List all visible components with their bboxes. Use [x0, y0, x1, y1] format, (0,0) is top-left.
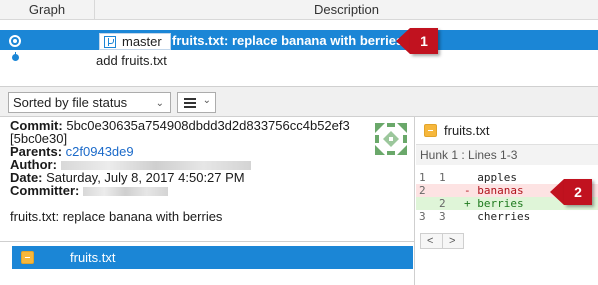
redacted-author	[60, 161, 251, 171]
modified-file-icon	[21, 251, 34, 264]
hunk-header: Hunk 1 : Lines 1-3	[416, 145, 598, 165]
full-commit-message: fruits.txt: replace banana with berries	[10, 209, 223, 224]
callout-arrow	[550, 179, 564, 205]
scroll-right-button[interactable]: >	[449, 234, 455, 248]
author-avatar-icon	[373, 121, 409, 157]
file-list-toolbar: Sorted by file status ⌄ ⌄	[0, 86, 598, 117]
branch-name: master	[122, 34, 162, 49]
scroll-left-button[interactable]: <	[427, 234, 433, 248]
old-line-number: 2	[419, 184, 426, 197]
list-view-icon	[184, 98, 196, 108]
sort-label: Sorted by file status	[13, 95, 128, 110]
line-text: apples	[464, 171, 517, 184]
new-line-number: 3	[439, 210, 446, 223]
file-list-item[interactable]: fruits.txt	[12, 246, 413, 269]
branch-icon	[104, 35, 116, 48]
committer-line: Committer:	[10, 184, 168, 198]
line-text: - bananas	[464, 184, 524, 197]
commit-message: add fruits.txt	[96, 53, 167, 68]
line-text: cherries	[464, 210, 531, 223]
chevron-down-icon: ⌄	[202, 95, 211, 106]
changed-files-pane: fruits.txt	[0, 241, 415, 285]
committer-label: Committer:	[10, 183, 80, 198]
commit-node-icon	[9, 35, 21, 47]
new-line-number: 1	[439, 171, 446, 184]
commit-message: fruits.txt: replace banana with berries	[172, 33, 404, 48]
graph-table-header: Graph Description	[0, 0, 598, 20]
old-line-number: 1	[419, 171, 426, 184]
diff-file-header: fruits.txt	[416, 117, 598, 145]
line-text: + berries	[464, 197, 524, 210]
commit-node-icon	[12, 54, 19, 61]
callout-number: 1	[410, 28, 438, 54]
commit-row[interactable]: add fruits.txt	[0, 50, 598, 72]
redacted-committer	[82, 187, 168, 197]
callout-arrow	[396, 28, 410, 54]
graph-cell	[0, 50, 95, 72]
commit-details-pane: Commit: 5bc0e30635a754908dbdd3d2d833756c…	[0, 117, 415, 241]
old-line-number: 3	[419, 210, 426, 223]
hunk-label: Hunk 1 : Lines 1-3	[420, 148, 518, 162]
parent-commit-link[interactable]: c2f0943de9	[66, 144, 134, 159]
diff-line-context: 3 3 cherries	[416, 210, 598, 223]
graph-cell	[0, 30, 95, 52]
diff-file-name: fruits.txt	[444, 123, 490, 138]
commit-hash[interactable]: 5bc0e30635a754908dbdd3d2d833756cc4b52ef3	[66, 118, 349, 133]
new-line-number: 2	[439, 197, 446, 210]
sort-dropdown[interactable]: Sorted by file status ⌄	[8, 92, 171, 113]
commit-row-selected[interactable]: master fruits.txt: replace banana with b…	[0, 30, 598, 52]
branch-tag[interactable]: master	[99, 33, 171, 50]
description-column-header[interactable]: Description	[95, 0, 598, 20]
scrollbar-divider	[442, 234, 443, 248]
modified-file-icon	[424, 124, 437, 137]
file-name: fruits.txt	[70, 250, 116, 265]
horizontal-scrollbar[interactable]: < >	[420, 233, 464, 249]
graph-column-header[interactable]: Graph	[0, 0, 95, 20]
chevron-down-icon: ⌄	[155, 98, 164, 109]
view-mode-dropdown[interactable]: ⌄	[177, 92, 216, 113]
callout-number: 2	[564, 179, 592, 205]
